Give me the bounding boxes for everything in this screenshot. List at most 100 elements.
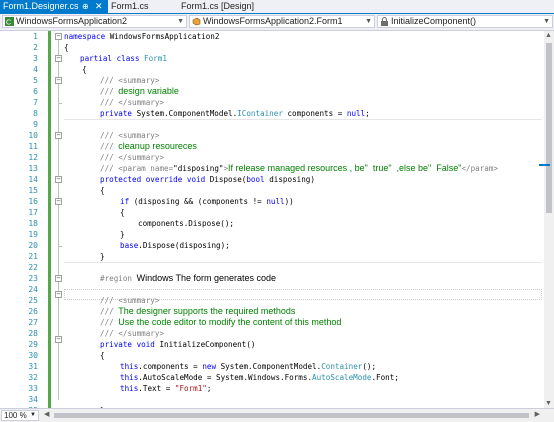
class-icon xyxy=(192,17,201,26)
collapse-summary-icon[interactable]: − xyxy=(55,132,62,139)
code-line-28: /// </summary> xyxy=(100,329,165,338)
collapse-method-icon[interactable]: − xyxy=(55,176,62,183)
line-number: 14 xyxy=(28,175,38,184)
code-line-12: /// </summary> xyxy=(100,153,165,162)
scroll-thumb[interactable] xyxy=(54,413,529,418)
scroll-thumb[interactable] xyxy=(546,43,552,213)
pin-icon[interactable]: ⊕ xyxy=(82,0,89,13)
change-tracking-margin xyxy=(48,31,51,408)
code-line-5: /// <summary> xyxy=(100,76,160,85)
code-line-7: /// </summary> xyxy=(100,98,165,107)
chevron-down-icon: ▼ xyxy=(543,18,550,25)
tab-form1-cs[interactable]: Form1.cs xyxy=(108,0,178,13)
scroll-up-icon[interactable]: ▲ xyxy=(545,32,552,39)
line-number: 9 xyxy=(33,120,38,129)
code-editor[interactable]: 1 2 3 4 5 6 7 8 9 10 11 12 13 14 15 16 17 18 19 20 21 22 23 24 2… xyxy=(0,31,544,408)
vertical-scrollbar[interactable]: ▲ ▼ xyxy=(544,31,554,408)
line-number: 16 xyxy=(28,197,38,206)
outline-end xyxy=(58,246,62,247)
scroll-left-icon[interactable]: ◀ xyxy=(44,410,49,418)
collapse-method-icon[interactable]: − xyxy=(55,336,62,343)
tab-form1-design[interactable]: Form1.cs [Design] xyxy=(178,0,268,13)
document-tab-strip: Form1.Designer.cs ⊕ ✕ Form1.cs Form1.cs … xyxy=(0,0,554,13)
method-separator xyxy=(64,119,542,120)
code-line-30: { xyxy=(100,351,105,360)
line-number: 3 xyxy=(33,54,38,63)
tab-label: Form1.cs xyxy=(111,1,149,11)
code-line-20: base.Dispose(disposing); xyxy=(120,241,230,250)
code-line-11: /// cleanup resoureces xyxy=(100,141,197,151)
scroll-right-icon[interactable]: ▶ xyxy=(535,410,540,418)
line-number: 30 xyxy=(28,351,38,360)
line-number: 8 xyxy=(33,109,38,118)
line-number: 11 xyxy=(28,142,38,151)
code-line-3: partial class Form1 xyxy=(80,54,167,63)
line-number: 18 xyxy=(28,219,38,228)
tab-label: Form1.cs [Design] xyxy=(181,1,255,11)
scroll-down-icon[interactable]: ▼ xyxy=(545,400,552,407)
code-line-18: components.Dispose(); xyxy=(138,219,235,228)
line-number: 15 xyxy=(28,186,38,195)
chevron-down-icon: ▼ xyxy=(177,18,184,25)
class-dropdown[interactable]: WindowsFormsApplication2.Form1 ▼ xyxy=(189,15,375,28)
line-number: 5 xyxy=(33,76,38,85)
line-number: 29 xyxy=(28,340,38,349)
collapse-summary-icon[interactable]: − xyxy=(55,77,62,84)
editor-bottom-bar: 100 % ▼ ◀ ▶ xyxy=(0,408,554,422)
line-number: 25 xyxy=(28,296,38,305)
close-icon[interactable]: ✕ xyxy=(95,0,103,13)
navigation-bar: C WindowsFormsApplication2 ▼ WindowsForm… xyxy=(0,14,554,31)
code-line-25: /// <summary> xyxy=(100,296,160,305)
code-line-8: private System.ComponentModel.IContainer… xyxy=(100,109,370,118)
scrollbar-caret-marker xyxy=(539,164,550,166)
collapse-class-icon[interactable]: − xyxy=(55,55,62,62)
line-number: 26 xyxy=(28,307,38,316)
line-number: 2 xyxy=(33,43,38,52)
tab-label: Form1.Designer.cs xyxy=(3,1,79,11)
line-number: 31 xyxy=(28,362,38,371)
member-dropdown[interactable]: InitializeComponent() ▼ xyxy=(377,15,553,28)
code-line-10: /// <summary> xyxy=(100,131,160,140)
tab-form1-designer[interactable]: Form1.Designer.cs ⊕ ✕ xyxy=(0,0,108,13)
code-line-27: /// Use the code editor to modify the co… xyxy=(100,317,342,327)
chevron-down-icon: ▼ xyxy=(365,18,372,25)
method-separator xyxy=(64,262,542,263)
collapse-summary-icon[interactable]: − xyxy=(55,291,62,298)
line-number: 4 xyxy=(33,65,38,74)
line-number: 19 xyxy=(28,230,38,239)
line-number: 10 xyxy=(28,131,38,140)
line-number: 28 xyxy=(28,329,38,338)
collapse-namespace-icon[interactable]: − xyxy=(55,33,62,40)
collapse-if-icon[interactable]: − xyxy=(55,198,62,205)
code-line-21: } xyxy=(100,252,105,261)
line-number: 17 xyxy=(28,208,38,217)
line-number: 32 xyxy=(28,373,38,382)
code-line-2: { xyxy=(64,43,69,52)
line-number: 7 xyxy=(33,98,38,107)
line-number: 22 xyxy=(28,263,38,272)
line-number: 1 xyxy=(33,32,38,41)
code-line-17: { xyxy=(120,208,125,217)
line-number: 34 xyxy=(28,395,38,404)
csharp-project-icon: C xyxy=(5,17,14,26)
code-line-32: this.AutoScaleMode = System.Windows.Form… xyxy=(120,373,399,382)
line-number: 23 xyxy=(28,274,38,283)
chevron-down-icon: ▼ xyxy=(30,412,36,418)
line-number: 21 xyxy=(28,252,38,261)
code-line-6: /// design variable xyxy=(100,86,179,96)
code-line-23: #region Windows The form generates code xyxy=(100,273,276,283)
line-number: 33 xyxy=(28,384,38,393)
zoom-dropdown[interactable]: 100 % ▼ xyxy=(1,410,39,421)
line-number: 13 xyxy=(28,164,38,173)
line-number: 24 xyxy=(28,285,38,294)
project-dropdown[interactable]: C WindowsFormsApplication2 ▼ xyxy=(2,15,187,28)
code-line-13: /// <param name="disposing">If release m… xyxy=(100,163,499,173)
line-number: 20 xyxy=(28,241,38,250)
outline-end xyxy=(58,103,62,104)
horizontal-scrollbar[interactable]: ◀ ▶ xyxy=(42,410,542,421)
code-line-15: { xyxy=(100,186,105,195)
code-line-29: private void InitializeComponent() xyxy=(100,340,256,349)
code-line-31: this.components = new System.ComponentMo… xyxy=(120,362,377,371)
collapse-region-icon[interactable]: − xyxy=(55,275,62,282)
code-line-4: { xyxy=(82,65,87,74)
